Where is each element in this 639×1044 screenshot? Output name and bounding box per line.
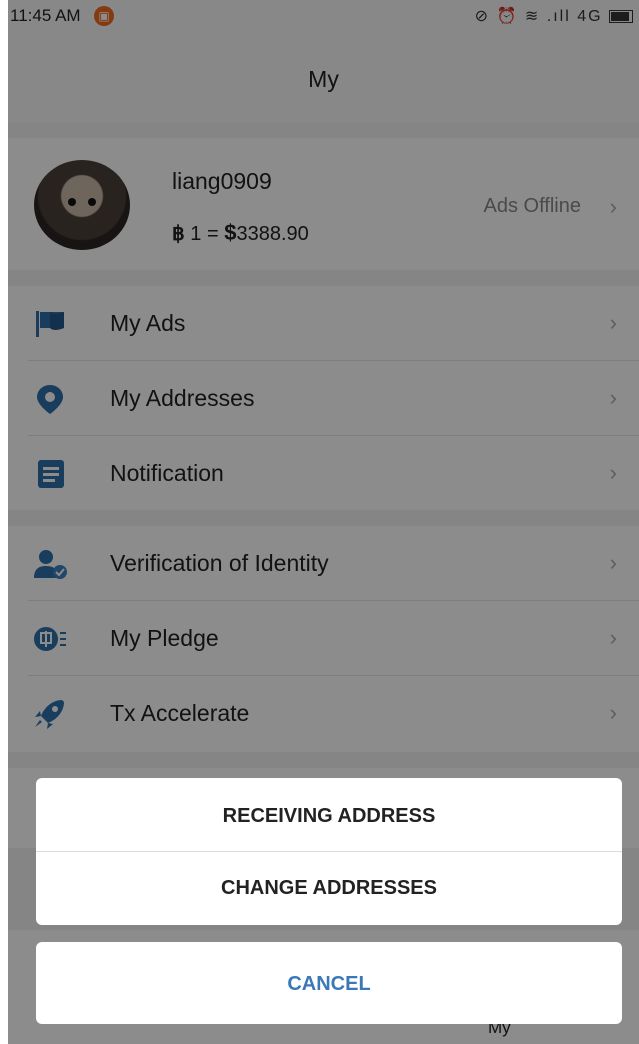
app-screen: 11:45 AM ▣ ⊘ ⏰ ≋ .ıll 4G My liang0909 ฿ … — [8, 0, 639, 1044]
action-sheet: RECEIVING ADDRESS CHANGE ADDRESSES — [36, 778, 622, 925]
cancel-button[interactable]: CANCEL — [36, 942, 622, 1024]
receiving-address-option[interactable]: RECEIVING ADDRESS — [36, 778, 622, 852]
change-addresses-option[interactable]: CHANGE ADDRESSES — [36, 852, 622, 925]
cancel-sheet: CANCEL — [36, 942, 622, 1024]
